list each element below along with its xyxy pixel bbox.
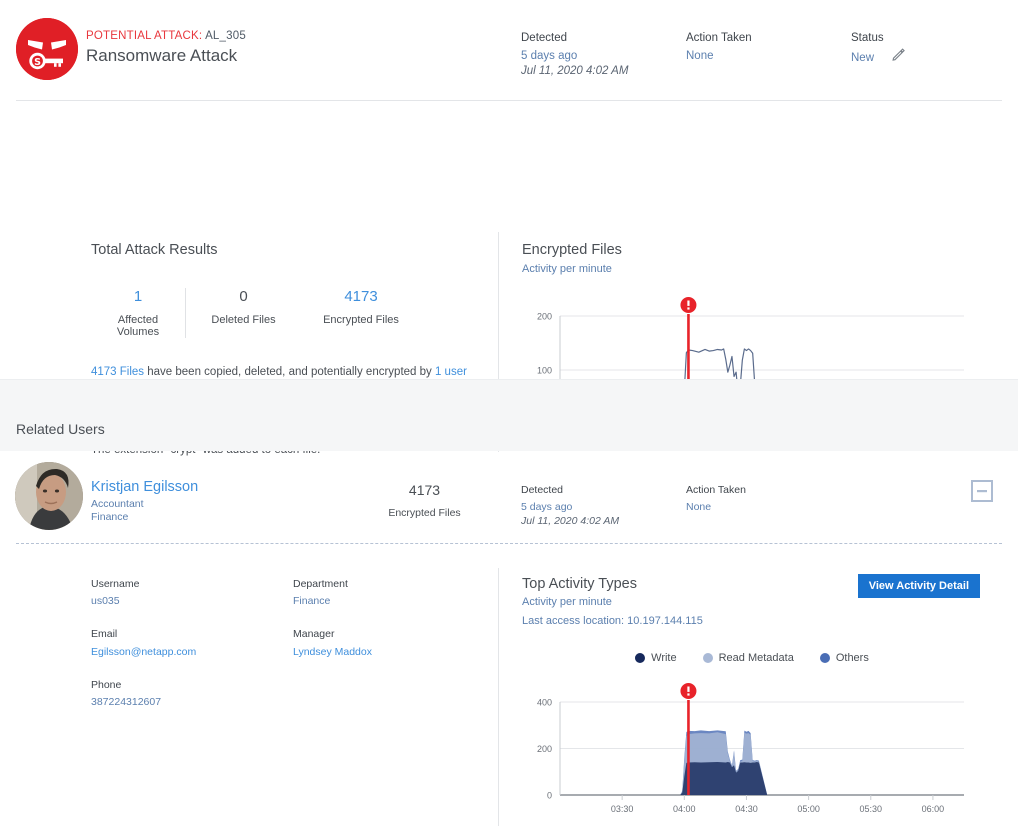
svg-text:05:00: 05:00 [797,804,820,814]
alert-kicker-prefix: POTENTIAL ATTACK: [86,30,202,42]
deleted-files-value: 0 [196,288,291,305]
email-value[interactable]: Egilsson@netapp.com [91,645,271,660]
department-value: Finance [293,594,473,609]
related-user-count-value: 4173 [372,482,477,498]
related-user-field-detected: Detected 5 days ago Jul 11, 2020 4:02 AM [521,483,619,529]
legend-item-others[interactable]: Others [820,652,869,664]
related-user-field-action-taken: Action Taken None [686,483,746,514]
view-activity-detail-button[interactable]: View Activity Detail [858,574,980,598]
header-field-status: Status New [851,31,910,70]
related-user-detected-label: Detected [521,483,619,498]
top-activity-types-chart[interactable]: 0 200 400 03:30 04:00 04:30 05:00 05:30 06:00 [522,680,982,825]
deleted-files-caption: Deleted Files [196,314,291,326]
manager-label: Manager [293,627,473,642]
action-taken-label: Action Taken [686,31,752,47]
legend-dot-others [820,653,830,663]
related-user-action-value: None [686,500,746,515]
legend-label-read-metadata: Read Metadata [719,652,794,664]
detected-value: 5 days ago [521,49,628,65]
legend-label-others: Others [836,652,869,664]
stat-encrypted-files[interactable]: 4173 Encrypted Files [301,288,421,338]
legend-item-read-metadata[interactable]: Read Metadata [703,652,794,664]
svg-text:06:00: 06:00 [922,804,945,814]
affected-volumes-caption: Affected Volumes [101,314,175,338]
description-files-link[interactable]: 4173 Files [91,366,144,378]
related-users-band [0,379,1018,451]
user-detail-phone: Phone 387224312607 [91,678,271,710]
user-detail-manager: Manager Lyndsey Maddox [293,627,473,659]
alert-code: AL_305 [205,30,246,42]
description-middle-text: have been copied, deleted, and potential… [144,366,435,378]
svg-text:400: 400 [537,697,552,707]
svg-text:200: 200 [537,311,552,321]
related-user-row: Kristjan Egilsson Accountant Finance 417… [0,451,1018,543]
detected-timestamp: Jul 11, 2020 4:02 AM [521,64,628,80]
related-user-count-caption: Encrypted Files [372,507,477,519]
stat-deleted-files: 0 Deleted Files [185,288,301,338]
encrypted-files-chart-title: Encrypted Files [522,242,982,258]
affected-volumes-value: 1 [101,288,175,305]
phone-label: Phone [91,678,271,693]
status-badge: New [851,51,874,67]
alert-header: S POTENTIAL ATTACK: AL_305 Ransomware At… [0,0,1018,100]
related-user-name-link[interactable]: Kristjan Egilsson [91,479,198,495]
related-user-role: Accountant [91,498,144,510]
username-value: us035 [91,594,271,609]
detected-label: Detected [521,31,628,47]
legend-label-write: Write [651,652,676,664]
user-detail-email: Email Egilsson@netapp.com [91,627,271,659]
avatar [15,462,83,530]
attack-stats: 1 Affected Volumes 0 Deleted Files 4173 … [91,288,491,338]
svg-text:0: 0 [547,790,552,800]
legend-dot-read-metadata [703,653,713,663]
user-detail-column-mid: Department Finance Manager Lyndsey Maddo… [293,577,473,678]
svg-text:100: 100 [537,365,552,375]
user-detail-department: Department Finance [293,577,473,609]
encrypted-files-chart-subtitle: Activity per minute [522,262,982,278]
email-label: Email [91,627,271,642]
phone-value: 387224312607 [91,695,271,710]
activity-chart-legend: Write Read Metadata Others [522,652,982,664]
user-detail-username: Username us035 [91,577,271,609]
svg-text:04:30: 04:30 [735,804,758,814]
attack-summary-section: Total Attack Results 1 Affected Volumes … [0,100,1018,360]
header-field-action-taken: Action Taken None [686,31,752,64]
user-detail-separator [16,543,1002,544]
alert-title-block: POTENTIAL ATTACK: AL_305 Ransomware Atta… [86,30,246,66]
ransomware-angry-face-key-icon: S [16,18,78,80]
related-user-detected-timestamp: Jul 11, 2020 4:02 AM [521,514,619,529]
top-activity-types-panel: Top Activity Types Activity per minute L… [522,576,982,825]
related-user-action-label: Action Taken [686,483,746,498]
svg-text:200: 200 [537,744,552,754]
related-user-detected-value: 5 days ago [521,500,619,515]
page-title: Ransomware Attack [86,46,246,66]
alert-kicker: POTENTIAL ATTACK: AL_305 [86,30,246,42]
total-attack-results-title: Total Attack Results [91,242,491,258]
svg-text:S: S [34,57,41,68]
action-taken-value: None [686,49,752,65]
encrypted-files-value: 4173 [311,288,411,305]
username-label: Username [91,577,271,592]
related-user-department: Finance [91,511,128,523]
pencil-icon [891,47,906,68]
collapse-minus-icon[interactable] [971,480,993,502]
header-field-detected: Detected 5 days ago Jul 11, 2020 4:02 AM [521,31,628,80]
stat-affected-volumes[interactable]: 1 Affected Volumes [91,288,185,338]
detail-vertical-divider [498,568,499,826]
svg-text:04:00: 04:00 [673,804,696,814]
encrypted-files-caption: Encrypted Files [311,314,411,326]
user-detail-column-left: Username us035 Email Egilsson@netapp.com… [91,577,271,728]
legend-item-write[interactable]: Write [635,652,676,664]
legend-dot-write [635,653,645,663]
department-label: Department [293,577,473,592]
last-access-location: Last access location: 10.197.144.115 [522,614,982,630]
related-users-title: Related Users [16,421,105,437]
status-label: Status [851,31,910,47]
manager-value[interactable]: Lyndsey Maddox [293,645,473,660]
edit-status-button[interactable] [886,46,910,70]
svg-text:03:30: 03:30 [611,804,634,814]
related-user-encrypted-count: 4173 Encrypted Files [372,482,477,519]
svg-text:05:30: 05:30 [860,804,883,814]
